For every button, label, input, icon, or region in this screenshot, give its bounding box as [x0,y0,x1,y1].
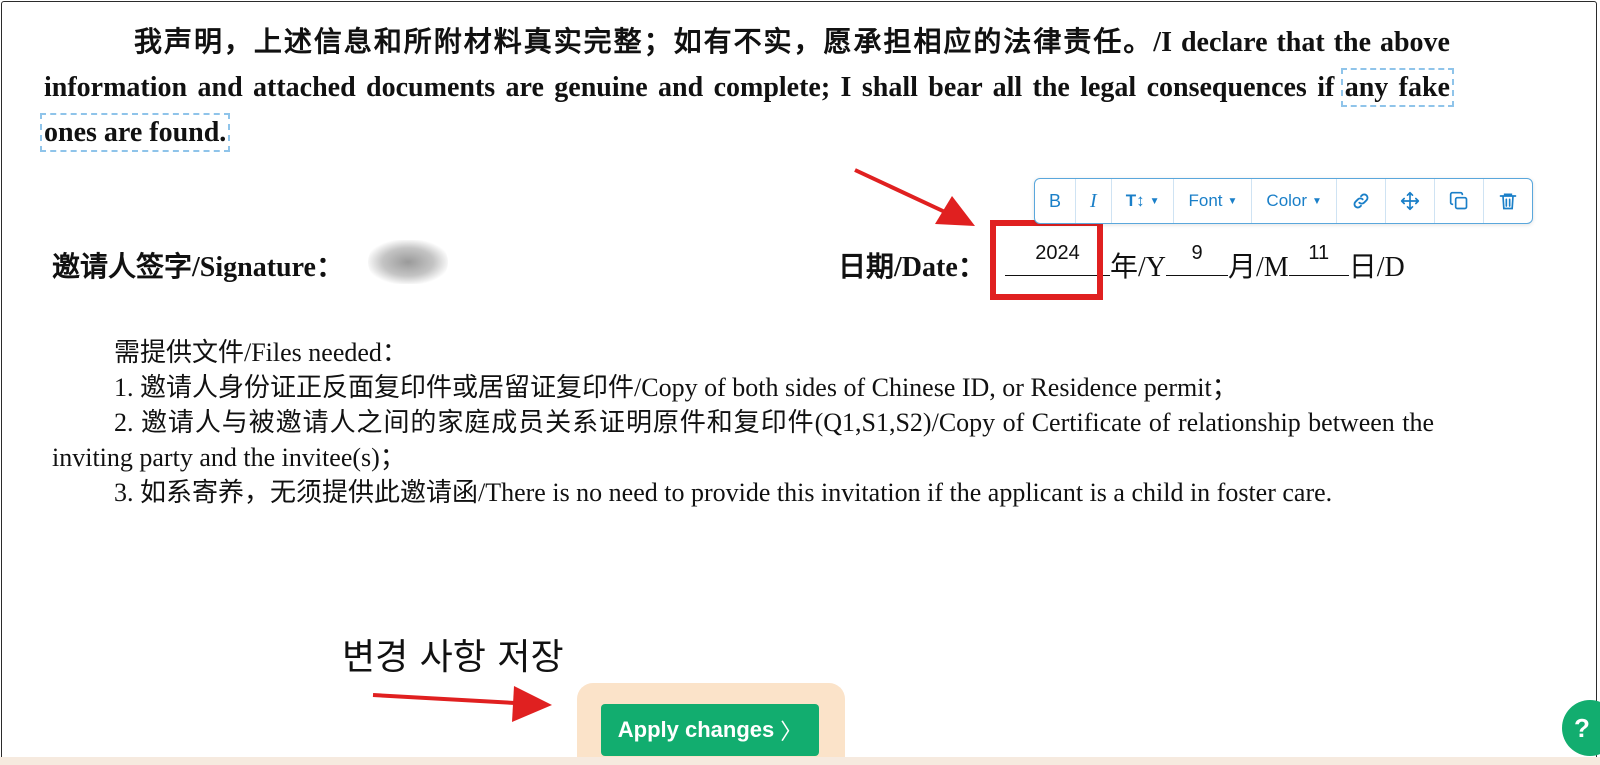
move-button[interactable] [1386,179,1435,223]
color-dropdown-label: Color [1266,191,1308,210]
files-title: 需提供文件/Files needed： [114,338,408,367]
text-format-toolbar: B I T↕ ▼ Font ▼ Color ▼ [1034,178,1533,224]
text-size-icon: T↕ [1125,191,1145,210]
file-item: 1. 邀请人身份证正反面复印件或居留证复印件/Copy of both side… [114,373,1238,402]
signature-label: 邀请人签字/Signature： [52,252,344,283]
font-dropdown[interactable]: Font ▼ [1174,179,1253,223]
file-item: 3. 如系寄养，无须提供此邀请函/There is no need to pro… [114,478,1333,507]
date-day-field[interactable]: 11 [1288,242,1349,276]
date-month-value[interactable]: 9 [1166,242,1228,265]
link-icon [1353,193,1369,209]
date-day-value[interactable]: 11 [1289,242,1349,265]
help-icon: ? [1574,712,1590,743]
copy-icon [1449,191,1468,210]
highlight-box-year [990,220,1103,300]
move-icon [1400,191,1420,211]
font-dropdown-label: Font [1188,191,1223,210]
color-dropdown[interactable]: Color ▼ [1252,179,1337,223]
files-needed-section: 需提供文件/Files needed： 1. 邀请人身份证正反面复印件或居留证复… [52,335,1434,510]
annotation-korean-label: 변경 사항 저장 [342,637,564,678]
bottom-strip [0,757,1600,765]
year-suffix: 年/Y [1110,252,1167,283]
declaration-text: 我声明，上述信息和所附材料真实完整；如有不实，愿承担相应的法律责任。/I dec… [44,27,1450,103]
chevron-down-icon: ▼ [1227,195,1238,207]
font-size-button[interactable]: T↕ ▼ [1112,179,1175,223]
apply-changes-label: Apply changes [617,717,775,742]
apply-changes-button[interactable]: Apply changes 〉 [601,704,819,756]
file-item: 2. 邀请人与被邀请人之间的家庭成员关系证明原件和复印件(Q1,S1,S2)/C… [52,408,1434,472]
delete-button[interactable] [1484,179,1532,223]
date-month-field[interactable]: 9 [1166,242,1229,276]
bold-icon: B [1049,190,1062,211]
month-suffix: 月/M [1228,252,1289,283]
trash-icon [1499,193,1517,210]
chevron-down-icon: ▼ [1149,195,1160,207]
italic-button[interactable]: I [1076,179,1112,223]
chevron-right-icon: 〉 [780,719,803,744]
link-button[interactable] [1337,179,1386,223]
date-label: 日期/Date： [838,252,986,283]
blurred-signature [368,240,448,284]
duplicate-button[interactable] [1435,179,1484,223]
italic-icon: I [1090,189,1097,212]
bold-button[interactable]: B [1035,179,1077,223]
declaration-paragraph[interactable]: 我声明，上述信息和所附材料真实完整；如有不实，愿承担相应的法律责任。/I dec… [40,20,1454,155]
day-suffix: 日/D [1348,252,1405,283]
chevron-down-icon: ▼ [1312,195,1322,207]
